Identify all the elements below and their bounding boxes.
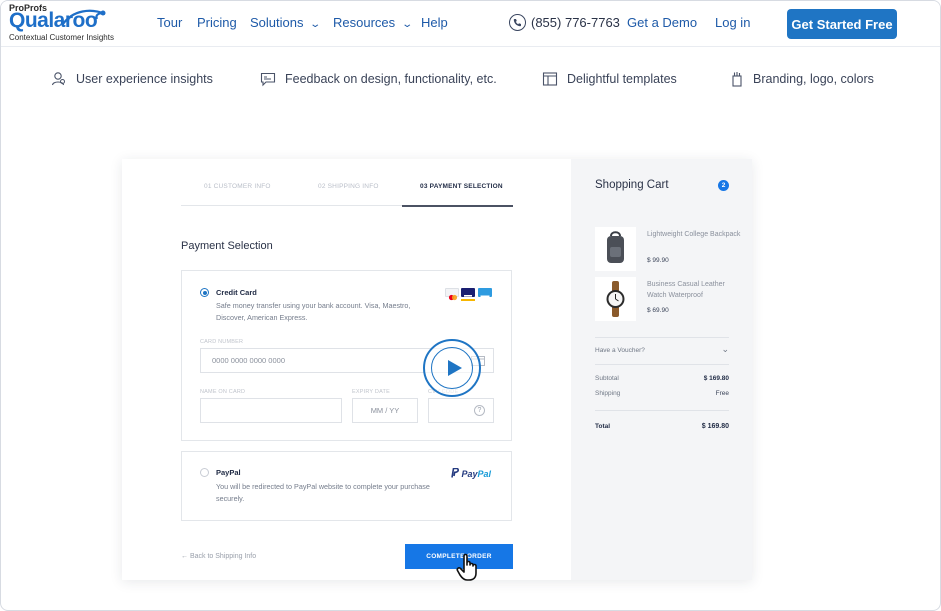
paypal-option[interactable]: PayPal PayPal You will be redirected to … bbox=[181, 451, 512, 521]
page-frame: ProProfs Qualaroo Contextual Customer In… bbox=[0, 0, 941, 611]
watch-icon bbox=[595, 277, 636, 321]
site-header: ProProfs Qualaroo Contextual Customer In… bbox=[1, 1, 940, 47]
checkout-steps: 01 CUSTOMER INFO 02 SHIPPING INFO 03 PAY… bbox=[181, 181, 513, 207]
active-step-indicator bbox=[402, 205, 513, 207]
nav-solutions[interactable]: Solutions ⌄ bbox=[250, 15, 322, 30]
amex-icon bbox=[478, 288, 492, 298]
brand-tagline: Contextual Customer Insights bbox=[9, 33, 114, 42]
cart-count-badge: 2 bbox=[718, 180, 729, 191]
chevron-down-icon: ⌄ bbox=[401, 19, 414, 30]
cvv-help-icon[interactable]: ? bbox=[474, 405, 485, 416]
feature-feedback: Feedback on design, functionality, etc. bbox=[285, 72, 497, 86]
subtotal-label: Subtotal bbox=[595, 375, 619, 382]
expiry-date-input[interactable]: MM / YY bbox=[352, 398, 418, 423]
step-customer-info[interactable]: 01 CUSTOMER INFO bbox=[204, 183, 271, 190]
nav-resources-label: Resources bbox=[333, 15, 396, 30]
back-to-shipping-link[interactable]: ← Back to Shipping Info bbox=[181, 553, 256, 560]
paypal-logo: PayPal bbox=[451, 467, 492, 479]
paypal-p-icon bbox=[451, 467, 459, 478]
get-demo-link[interactable]: Get a Demo bbox=[627, 15, 697, 30]
brand-logo[interactable]: ProProfs Qualaroo Contextual Customer In… bbox=[9, 3, 129, 45]
kangaroo-swoosh-icon bbox=[62, 9, 106, 25]
cart-divider bbox=[595, 410, 729, 411]
cart-item-price: $ 69.90 bbox=[647, 307, 669, 314]
mastercard-icon bbox=[445, 288, 459, 301]
step-payment-selection[interactable]: 03 PAYMENT SELECTION bbox=[420, 183, 503, 190]
backpack-icon bbox=[595, 227, 636, 271]
cart-item-name: Business Casual Leather Watch Waterproof bbox=[647, 281, 725, 299]
visa-icon bbox=[461, 288, 475, 301]
card-number-label: CARD NUMBER bbox=[200, 339, 244, 345]
paypal-label: PayPal bbox=[216, 468, 241, 477]
nav-resources[interactable]: Resources ⌄ bbox=[333, 15, 414, 30]
hand-cursor-icon bbox=[456, 553, 477, 581]
back-label: Back to Shipping Info bbox=[189, 553, 257, 560]
name-on-card-label: NAME ON CARD bbox=[200, 389, 246, 395]
login-link[interactable]: Log in bbox=[715, 15, 750, 30]
get-started-button[interactable]: Get Started Free bbox=[787, 9, 897, 39]
payment-section-title: Payment Selection bbox=[181, 240, 273, 252]
paypal-radio[interactable] bbox=[200, 468, 209, 477]
phone-icon bbox=[509, 14, 526, 31]
play-icon bbox=[448, 360, 462, 376]
cart-item-name: Lightweight College Backpack bbox=[647, 231, 741, 238]
chevron-down-icon: ⌄ bbox=[309, 19, 322, 30]
template-icon bbox=[542, 72, 558, 86]
feature-user-insights: User experience insights bbox=[76, 72, 213, 86]
paypal-logo-pay: Pay bbox=[461, 469, 478, 479]
shopping-cart-panel: Shopping Cart 2 Lightweight College Back… bbox=[571, 159, 752, 580]
card-number-placeholder: 0000 0000 0000 0000 bbox=[212, 356, 285, 365]
step-shipping-info[interactable]: 02 SHIPPING INFO bbox=[318, 183, 379, 190]
cart-divider bbox=[595, 364, 729, 365]
branding-icon bbox=[732, 72, 742, 87]
total-value: $ 169.80 bbox=[701, 423, 729, 430]
play-video-button[interactable] bbox=[423, 339, 481, 397]
expiry-date-label: EXPIRY DATE bbox=[352, 389, 390, 395]
cart-item-price: $ 99.90 bbox=[647, 257, 669, 264]
shipping-label: Shipping bbox=[595, 390, 621, 397]
expiry-placeholder: MM / YY bbox=[370, 406, 400, 415]
cart-divider bbox=[595, 337, 729, 338]
cart-title: Shopping Cart bbox=[595, 179, 669, 191]
total-label: Total bbox=[595, 423, 611, 430]
feature-templates: Delightful templates bbox=[567, 72, 677, 86]
feedback-icon bbox=[260, 72, 276, 87]
arrow-left-icon: ← bbox=[181, 553, 190, 560]
nav-help[interactable]: Help bbox=[421, 15, 448, 30]
feature-branding: Branding, logo, colors bbox=[753, 72, 874, 86]
chevron-down-icon[interactable]: ⌄ bbox=[721, 344, 729, 355]
paypal-logo-pal: Pal bbox=[477, 469, 492, 479]
subtotal-value: $ 169.80 bbox=[703, 375, 729, 382]
cvv-input[interactable]: ? bbox=[428, 398, 494, 423]
phone-number-link[interactable]: (855) 776-7763 bbox=[531, 15, 620, 30]
credit-card-radio[interactable] bbox=[200, 288, 209, 297]
paypal-description: You will be redirected to PayPal website… bbox=[216, 482, 430, 503]
user-insights-icon bbox=[51, 72, 65, 86]
credit-card-description: Safe money transfer using your bank acco… bbox=[216, 301, 411, 322]
nav-pricing[interactable]: Pricing bbox=[197, 15, 237, 30]
checkout-mockup: 01 CUSTOMER INFO 02 SHIPPING INFO 03 PAY… bbox=[122, 159, 752, 581]
nav-solutions-label: Solutions bbox=[250, 15, 304, 30]
nav-tour[interactable]: Tour bbox=[157, 15, 182, 30]
credit-card-label: Credit Card bbox=[216, 288, 257, 297]
name-on-card-input[interactable] bbox=[200, 398, 342, 423]
shipping-value: Free bbox=[715, 390, 729, 397]
voucher-toggle[interactable]: Have a Voucher? bbox=[595, 347, 645, 354]
